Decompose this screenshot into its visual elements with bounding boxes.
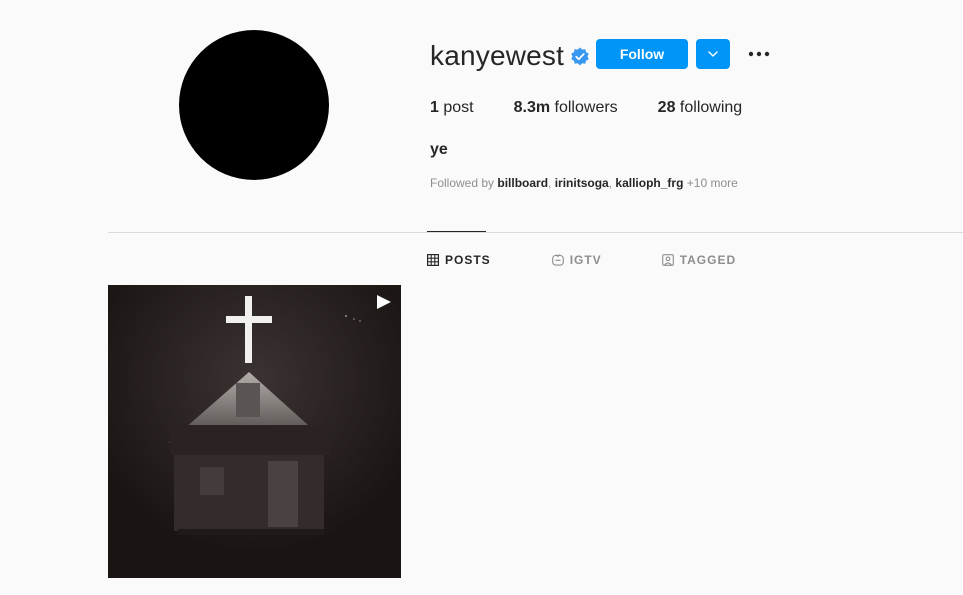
post-thumbnail[interactable] [108,285,401,578]
tab-posts[interactable]: POSTS [427,253,491,267]
followed-by-account: kallioph_frg [615,176,684,190]
profile-tabs: POSTS IGTV TAGGED [427,251,736,269]
tab-igtv[interactable]: IGTV [551,253,602,267]
followed-by-more: +10 more [686,176,738,190]
posts-count: 1 [430,99,439,116]
igtv-icon [551,254,564,266]
followers-label: followers [554,99,618,116]
tabs-divider [108,232,963,233]
post-image [108,285,401,578]
username: kanyewest [430,40,565,71]
tab-posts-label: POSTS [445,253,491,267]
followers-count: 8.3m [513,99,551,116]
following-stat[interactable]: 28 following [658,98,743,118]
video-play-icon [377,295,391,309]
chevron-down-icon [708,51,718,57]
profile-stats: 1 post 8.3m followers 28 following [430,98,782,118]
followers-stat[interactable]: 8.3m followers [514,98,618,118]
grid-icon [427,254,439,266]
full-name: ye [430,141,448,158]
follow-button[interactable]: Follow [596,39,688,69]
username-row: kanyewest [430,38,590,74]
tagged-icon [661,254,674,266]
followed-by-account: irinitsoga [554,176,609,190]
followed-by-prefix: Followed by [430,176,495,190]
more-options-button[interactable] [746,44,772,64]
verified-badge-icon [571,47,589,66]
suggested-accounts-button[interactable] [696,39,730,69]
followed-by[interactable]: Followed by billboard, irinitsoga, kalli… [430,175,738,191]
posts-label: post [443,99,474,116]
tab-tagged-label: TAGGED [679,253,737,267]
followed-by-account: billboard [497,176,549,190]
profile-avatar[interactable] [179,30,329,180]
tab-tagged[interactable]: TAGGED [661,253,737,267]
following-label: following [679,99,743,116]
posts-stat: 1 post [430,98,474,118]
following-count: 28 [657,99,676,116]
active-tab-indicator [427,231,486,232]
tab-igtv-label: IGTV [569,253,602,267]
more-dots-icon [748,51,770,57]
